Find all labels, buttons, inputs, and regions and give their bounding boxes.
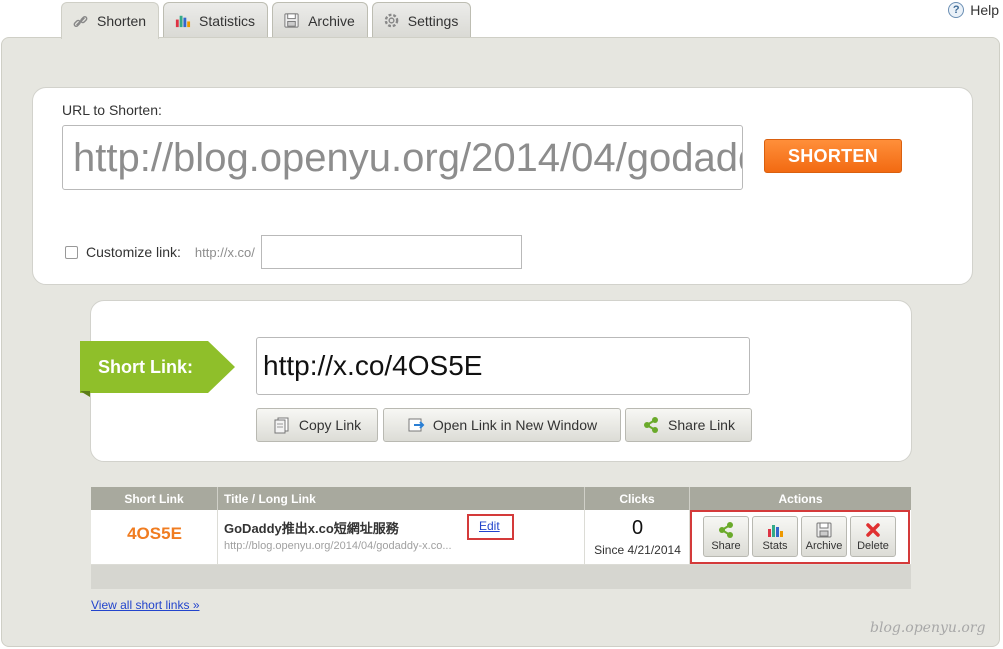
customize-checkbox[interactable]	[65, 245, 78, 259]
open-link-label: Open Link in New Window	[432, 417, 598, 433]
tab-label: Archive	[308, 12, 355, 29]
help-icon: ?	[948, 2, 965, 18]
tab-settings[interactable]: Settings	[371, 2, 472, 38]
customize-prefix: http://x.co/	[194, 244, 255, 260]
row-archive-button[interactable]: Archive	[801, 516, 847, 557]
bar-chart-icon	[175, 15, 191, 28]
header-clicks: Clicks	[585, 487, 690, 510]
delete-icon	[866, 523, 880, 537]
archive-icon	[284, 13, 299, 28]
header-title: Title / Long Link	[218, 487, 585, 510]
short-link-field[interactable]: http://x.co/4OS5E	[256, 337, 750, 395]
tab-archive[interactable]: Archive	[272, 2, 368, 38]
open-link-button[interactable]: Open Link in New Window	[383, 408, 621, 442]
url-input[interactable]: http://blog.openyu.org/2014/04/godaddy-x…	[62, 125, 743, 190]
edit-link[interactable]: Edit	[467, 514, 514, 540]
row-share-label: Share	[711, 540, 741, 552]
copy-link-button[interactable]: Copy Link	[256, 408, 378, 442]
share-icon	[644, 417, 659, 433]
tab-statistics[interactable]: Statistics	[163, 2, 269, 38]
copy-link-label: Copy Link	[298, 417, 362, 433]
customize-input[interactable]	[260, 235, 522, 269]
watermark: blog.openyu.org	[870, 620, 986, 636]
help-link[interactable]: ? Help	[948, 2, 999, 18]
long-url: http://blog.openyu.org/2014/04/godaddy-x…	[224, 540, 452, 552]
row-stats-label: Stats	[762, 540, 788, 552]
tab-shorten[interactable]: Shorten	[61, 2, 160, 39]
click-count: 0	[631, 517, 644, 539]
table-footer	[91, 565, 911, 589]
help-label: Help	[970, 2, 999, 18]
share-link-label: Share Link	[668, 417, 735, 433]
row-stats-button[interactable]: Stats	[752, 516, 798, 557]
shorten-button[interactable]: SHORTEN	[764, 139, 902, 173]
row-archive-label: Archive	[805, 540, 843, 552]
tab-label: Statistics	[199, 12, 256, 29]
gear-icon	[384, 13, 399, 28]
customize-row: Customize link: http://x.co/	[65, 235, 522, 269]
link-icon	[73, 15, 88, 27]
tab-label: Shorten	[97, 13, 147, 29]
bar-chart-icon	[768, 525, 783, 537]
copy-icon	[274, 417, 289, 434]
short-link-badge: Short Link:	[80, 341, 235, 393]
clicks-since: Since 4/21/2014	[594, 543, 681, 557]
tab-label: Settings	[407, 12, 459, 29]
open-window-icon	[408, 418, 425, 432]
share-link-button[interactable]: Share Link	[625, 408, 752, 442]
share-icon	[719, 522, 733, 538]
archive-icon	[816, 522, 832, 538]
row-delete-button[interactable]: Delete	[850, 516, 896, 557]
header-short-link: Short Link	[91, 487, 218, 510]
table-header: Short Link Title / Long Link Clicks Acti…	[91, 487, 911, 510]
row-delete-label: Delete	[857, 540, 889, 552]
view-all-link[interactable]: View all short links »	[91, 598, 200, 612]
header-actions: Actions	[778, 491, 823, 506]
tab-bar: Shorten Statistics Archive Settings	[61, 2, 472, 39]
row-share-button[interactable]: Share	[703, 516, 749, 557]
customize-label: Customize link:	[86, 244, 181, 260]
url-label: URL to Shorten:	[62, 102, 162, 118]
link-title: GoDaddy推出x.co短網址服務	[224, 521, 399, 536]
short-code[interactable]: 4OS5E	[91, 524, 218, 544]
